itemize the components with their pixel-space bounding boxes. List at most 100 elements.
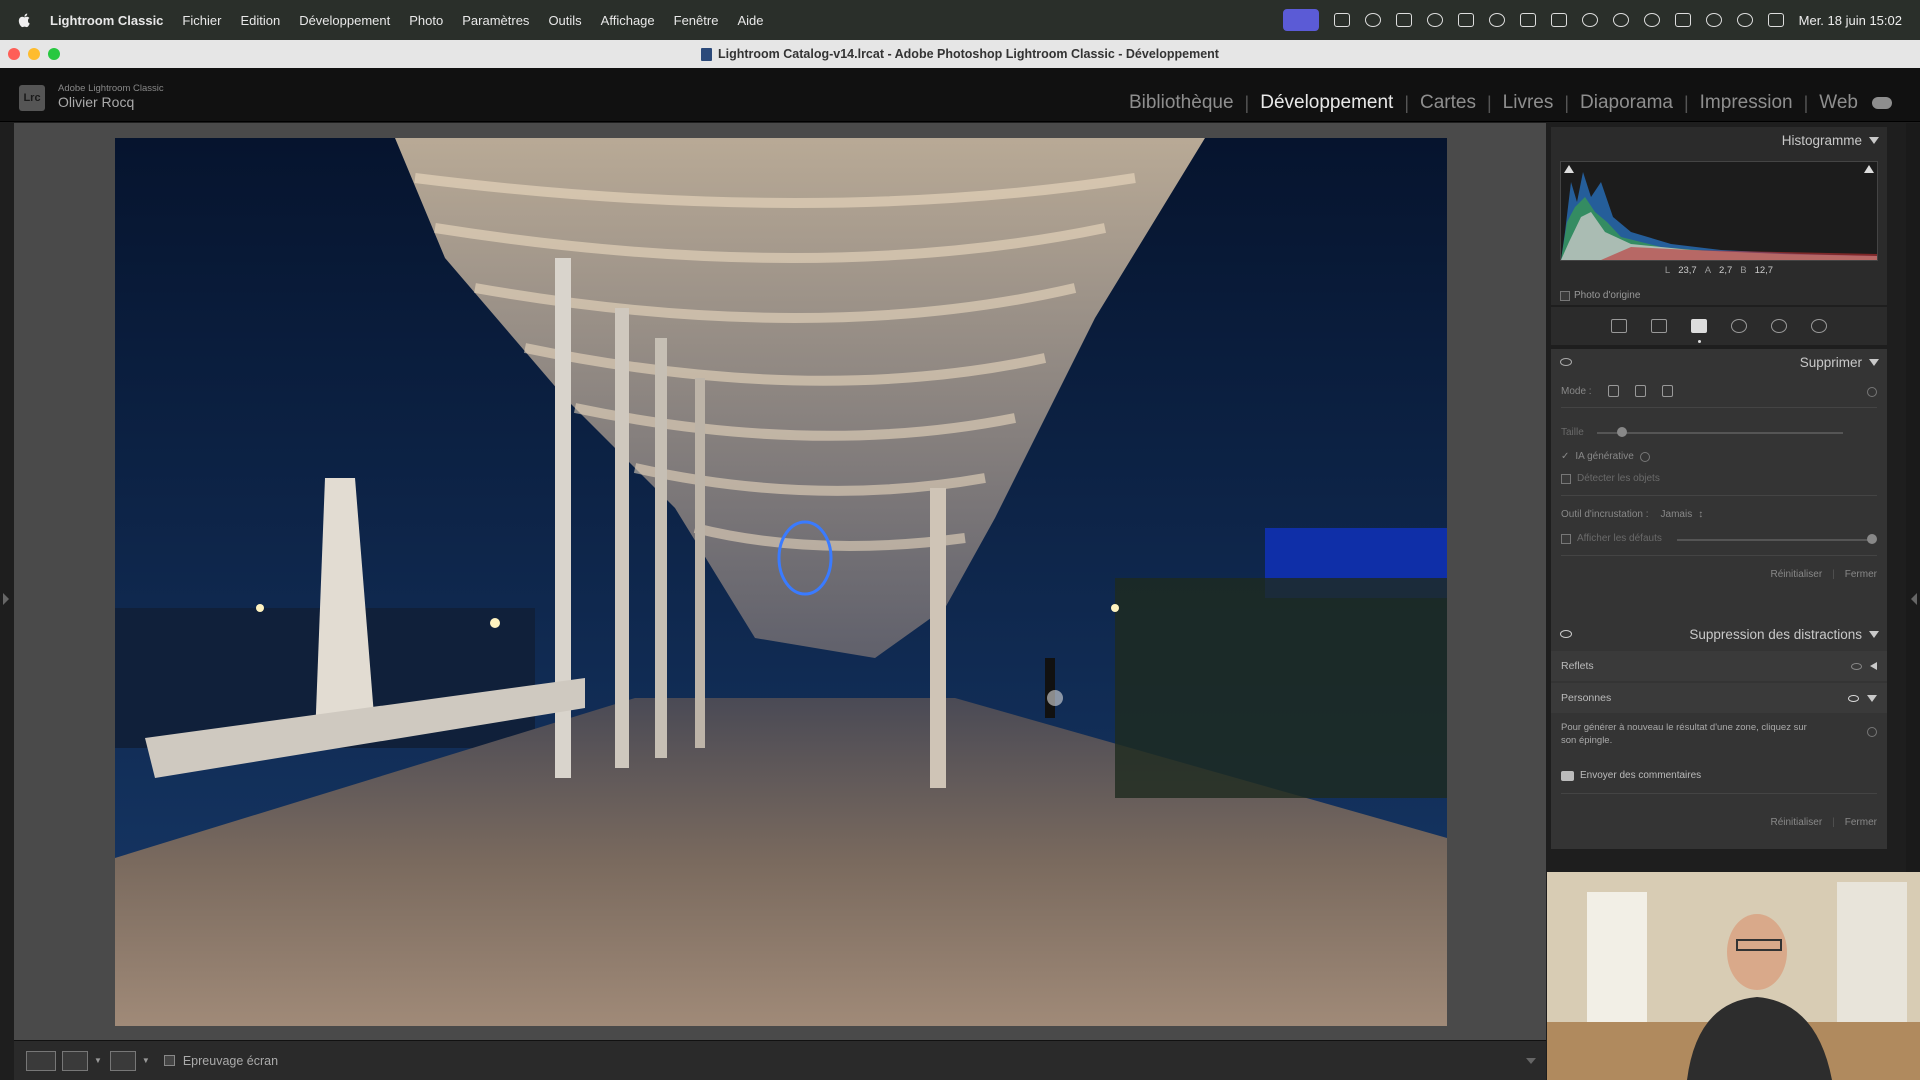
module-cartes[interactable]: Cartes [1420, 92, 1476, 114]
edit-icon[interactable] [1611, 319, 1627, 333]
defects-slider-knob[interactable] [1867, 534, 1877, 544]
w-badge-icon[interactable] [1426, 13, 1443, 27]
app-badge-icon[interactable] [1457, 13, 1474, 27]
heal-icon[interactable] [1634, 385, 1646, 397]
gen-ai-row[interactable]: ✓ IA générative [1561, 451, 1650, 462]
document-icon [701, 47, 712, 61]
size-slider-knob[interactable] [1616, 427, 1627, 437]
shadow-clipping-icon[interactable] [1564, 165, 1574, 173]
menu-photo[interactable]: Photo [409, 13, 443, 28]
reflections-eye-icon[interactable] [1851, 662, 1862, 670]
send-feedback-link[interactable]: Envoyer des commentaires [1561, 770, 1701, 781]
zoom-window-button[interactable] [48, 48, 60, 60]
menu-app-name[interactable]: Lightroom Classic [50, 13, 163, 28]
soft-proof-checkbox[interactable] [163, 1055, 175, 1066]
module-livres[interactable]: Livres [1503, 92, 1554, 114]
x-icon[interactable] [1519, 13, 1536, 27]
module-impression[interactable]: Impression [1700, 92, 1793, 114]
menu-fenetre[interactable]: Fenêtre [674, 13, 719, 28]
defects-slider-track[interactable] [1677, 539, 1873, 541]
loupe-view-button[interactable] [26, 1050, 56, 1071]
detect-objects-row[interactable]: Détecter les objets [1561, 473, 1660, 484]
original-photo-toggle[interactable]: Photo d'origine [1560, 290, 1640, 301]
window-controls [8, 48, 60, 60]
gen-ai-info-icon[interactable] [1639, 451, 1650, 462]
menu-affichage[interactable]: Affichage [601, 13, 655, 28]
overlay-select-arrow-icon[interactable]: ↕ [1698, 509, 1703, 520]
people-eye-icon[interactable] [1848, 694, 1859, 702]
menu-outils[interactable]: Outils [548, 13, 581, 28]
remove-reset-button[interactable]: Réinitialiser [1770, 569, 1822, 580]
yy-dropdown-icon[interactable]: ▼ [142, 1056, 150, 1065]
toolbar-menu-icon[interactable] [1526, 1057, 1536, 1064]
apple-icon[interactable] [18, 12, 32, 28]
original-photo-checkbox[interactable] [1560, 290, 1570, 301]
distraction-reset-button[interactable]: Réinitialiser [1770, 817, 1822, 828]
screen-share-icon[interactable] [1282, 9, 1319, 31]
highlight-clipping-icon[interactable] [1864, 165, 1874, 173]
before-after-dropdown-icon[interactable]: ▼ [94, 1056, 102, 1065]
people-row[interactable]: Personnes [1551, 683, 1887, 713]
module-diaporama[interactable]: Diaporama [1580, 92, 1673, 114]
help-info-icon[interactable] [1867, 727, 1877, 737]
control-center-icon[interactable] [1767, 13, 1784, 27]
left-panel-toggle[interactable] [0, 123, 14, 1080]
battery-icon[interactable] [1674, 13, 1691, 27]
overlay-select[interactable]: Jamais [1661, 509, 1693, 520]
photo-preview[interactable] [115, 138, 1447, 1026]
remove-visibility-icon[interactable] [1560, 358, 1572, 366]
play-icon[interactable] [1612, 13, 1629, 27]
remove-close-button[interactable]: Fermer [1845, 569, 1877, 580]
close-window-button[interactable] [8, 48, 20, 60]
expand-icon[interactable] [1870, 662, 1877, 670]
gen-ai-check-icon[interactable]: ✓ [1561, 451, 1569, 462]
mode-info-icon[interactable] [1867, 387, 1877, 397]
crop-icon[interactable] [1651, 319, 1667, 333]
clone-icon[interactable] [1661, 385, 1673, 397]
content-aware-remove-icon[interactable] [1607, 385, 1619, 397]
size-slider-track[interactable] [1597, 432, 1843, 434]
night-promenade-photo [115, 138, 1447, 1026]
module-web[interactable]: Web [1819, 92, 1858, 114]
menu-developpement[interactable]: Développement [299, 13, 390, 28]
detect-objects-label: Détecter les objets [1577, 473, 1660, 484]
cursor-icon[interactable] [1364, 13, 1381, 27]
minimize-window-button[interactable] [28, 48, 40, 60]
reflections-row[interactable]: Reflets [1551, 651, 1887, 681]
distraction-visibility-icon[interactable] [1560, 630, 1572, 638]
camera-icon[interactable] [1395, 13, 1412, 27]
distraction-header[interactable]: Suppression des distractions [1551, 621, 1887, 647]
clipboard-icon[interactable] [1550, 13, 1567, 27]
command-icon[interactable] [1333, 13, 1350, 27]
time-machine-icon[interactable] [1643, 13, 1660, 27]
creative-cloud-icon[interactable] [1488, 13, 1505, 27]
red-eye-icon[interactable] [1731, 319, 1747, 333]
show-defects-row[interactable]: Afficher les défauts [1561, 533, 1662, 544]
search-icon[interactable] [1736, 13, 1753, 27]
right-panel-toggle[interactable] [1906, 123, 1920, 872]
detect-objects-checkbox[interactable] [1561, 473, 1571, 484]
user-icon[interactable] [1581, 13, 1598, 27]
divider [1561, 495, 1877, 496]
wifi-icon[interactable] [1705, 13, 1722, 27]
distraction-close-button[interactable]: Fermer [1845, 817, 1877, 828]
cloud-sync-icon[interactable] [1872, 97, 1892, 109]
readout-a-value: 2,7 [1719, 265, 1733, 276]
yy-compare-button[interactable] [109, 1050, 136, 1071]
menu-parametres[interactable]: Paramètres [462, 13, 529, 28]
menu-aide[interactable]: Aide [737, 13, 763, 28]
menu-edition[interactable]: Edition [240, 13, 280, 28]
reset-icon[interactable] [1811, 319, 1827, 333]
before-after-button[interactable] [62, 1050, 88, 1071]
remove-header[interactable]: Supprimer [1551, 349, 1887, 375]
histogram-header[interactable]: Histogramme [1551, 127, 1887, 153]
collapse-icon[interactable] [1867, 694, 1877, 702]
module-bibliotheque[interactable]: Bibliothèque [1129, 92, 1234, 114]
histogram-graph[interactable] [1560, 161, 1878, 261]
menu-fichier[interactable]: Fichier [182, 13, 221, 28]
remove-icon[interactable] [1691, 319, 1707, 343]
mask-icon[interactable] [1771, 319, 1787, 333]
module-developpement[interactable]: Développement [1260, 92, 1393, 114]
show-defects-checkbox[interactable] [1561, 533, 1571, 544]
menu-clock[interactable]: Mer. 18 juin 15:02 [1799, 13, 1902, 28]
